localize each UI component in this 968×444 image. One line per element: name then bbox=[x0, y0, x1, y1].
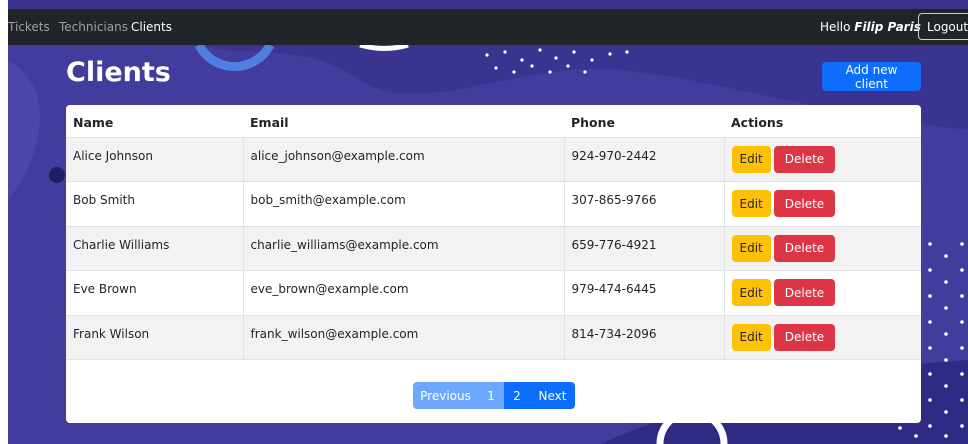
client-name: Eve Brown bbox=[73, 282, 137, 297]
client-phone: 307-865-9766 bbox=[563, 181, 724, 227]
table-row: Eve Brown eve_brown@example.com 979-474-… bbox=[66, 270, 921, 316]
edit-button[interactable]: Edit bbox=[731, 279, 771, 307]
client-name: Bob Smith bbox=[73, 193, 135, 208]
pagination-previous-button[interactable]: Previous bbox=[413, 382, 478, 409]
client-name: Alice Johnson bbox=[73, 148, 153, 163]
client-email: charlie_williams@example.com bbox=[242, 226, 564, 271]
table-row: Frank Wilson frank_wilson@example.com 81… bbox=[66, 315, 921, 360]
greeting-text: Hello bbox=[820, 20, 851, 34]
table-row: Bob Smith bob_smith@example.com 307-865-… bbox=[66, 181, 921, 227]
username: Filip Paris bbox=[854, 20, 921, 34]
client-phone: 814-734-2096 bbox=[563, 315, 724, 360]
edit-button[interactable]: Edit bbox=[731, 145, 771, 173]
edit-button[interactable]: Edit bbox=[731, 190, 771, 218]
delete-button[interactable]: Delete bbox=[773, 323, 836, 351]
logout-button[interactable]: Logout bbox=[918, 13, 968, 40]
row-actions: Edit Delete bbox=[723, 270, 921, 316]
client-email: eve_brown@example.com bbox=[242, 270, 564, 316]
top-navbar: Tickets Technicians Clients Hello Filip … bbox=[8, 9, 968, 45]
pagination: Previous 1 2 Next bbox=[413, 382, 575, 409]
column-header-email: Email bbox=[243, 105, 564, 138]
table-row: Alice Johnson alice_johnson@example.com … bbox=[66, 137, 921, 182]
column-header-phone: Phone bbox=[564, 105, 724, 138]
nav-link-technicians[interactable]: Technicians bbox=[59, 20, 128, 34]
pagination-next-button[interactable]: Next bbox=[530, 382, 575, 409]
clients-table-card: Name Email Phone Actions Alice Johnson a… bbox=[66, 105, 921, 423]
delete-button[interactable]: Delete bbox=[773, 279, 836, 307]
window-edge bbox=[0, 0, 8, 444]
client-email: alice_johnson@example.com bbox=[242, 137, 564, 182]
nav-link-clients[interactable]: Clients bbox=[131, 20, 172, 34]
user-greeting: Hello Filip Paris bbox=[820, 20, 921, 34]
delete-button[interactable]: Delete bbox=[773, 145, 836, 173]
pagination-page-1[interactable]: 1 bbox=[478, 382, 504, 409]
edit-button[interactable]: Edit bbox=[731, 234, 771, 262]
row-actions: Edit Delete bbox=[723, 181, 921, 227]
edit-button[interactable]: Edit bbox=[731, 323, 771, 351]
client-phone: 979-474-6445 bbox=[563, 270, 724, 316]
row-actions: Edit Delete bbox=[723, 226, 921, 271]
column-header-actions: Actions bbox=[724, 105, 921, 138]
add-client-button[interactable]: Add new client bbox=[822, 62, 921, 91]
page-title: Clients bbox=[66, 57, 171, 88]
delete-button[interactable]: Delete bbox=[773, 190, 836, 218]
pagination-page-2[interactable]: 2 bbox=[504, 382, 530, 409]
row-actions: Edit Delete bbox=[723, 137, 921, 182]
nav-link-tickets[interactable]: Tickets bbox=[8, 20, 50, 34]
client-email: bob_smith@example.com bbox=[242, 181, 564, 227]
client-phone: 924-970-2442 bbox=[563, 137, 724, 182]
row-actions: Edit Delete bbox=[723, 315, 921, 360]
client-name: Frank Wilson bbox=[73, 326, 150, 341]
delete-button[interactable]: Delete bbox=[773, 234, 836, 262]
column-header-name: Name bbox=[66, 105, 243, 138]
client-phone: 659-776-4921 bbox=[563, 226, 724, 271]
table-row: Charlie Williams charlie_williams@exampl… bbox=[66, 226, 921, 271]
clients-table: Name Email Phone Actions Alice Johnson a… bbox=[66, 105, 921, 360]
table-header-row: Name Email Phone Actions bbox=[66, 105, 921, 138]
client-email: frank_wilson@example.com bbox=[242, 315, 564, 360]
client-name: Charlie Williams bbox=[73, 237, 170, 252]
